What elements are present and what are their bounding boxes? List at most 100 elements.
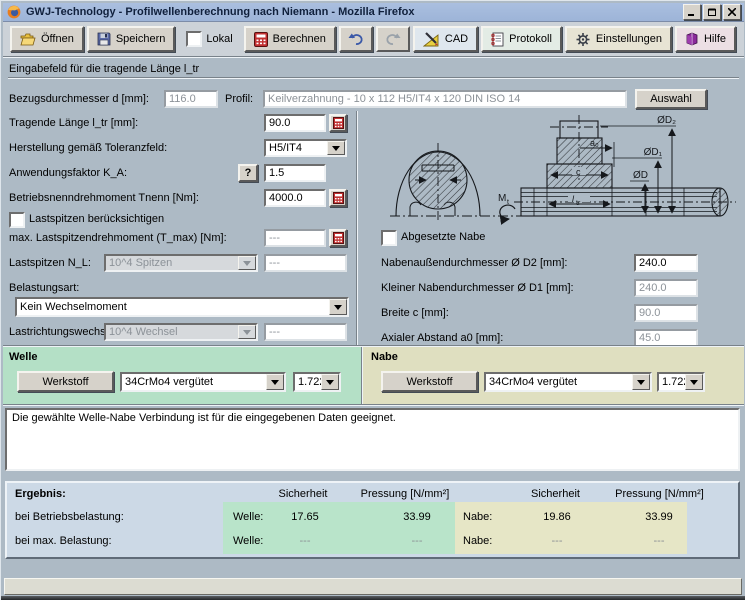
- lastspitzen-nl-select-value: 10^4 Spitzen: [106, 257, 238, 269]
- dim-ltr-sub-label: tr: [576, 200, 581, 207]
- save-label: Speichern: [116, 33, 166, 45]
- lastspitzen-checkbox[interactable]: [9, 212, 25, 228]
- result-welle-pressung: 33.99: [367, 511, 467, 523]
- toleranzfeld-dropdown-button[interactable]: [327, 141, 345, 155]
- open-label: Öffnen: [41, 33, 74, 45]
- profil-label: Profil:: [225, 93, 253, 105]
- d1-field[interactable]: [634, 279, 698, 297]
- save-button[interactable]: Speichern: [87, 26, 176, 52]
- lastspitzen-checkbox-label: Lastspitzen berücksichtigen: [29, 213, 164, 225]
- lokal-label: Lokal: [206, 33, 232, 45]
- minimize-icon: [688, 8, 696, 16]
- welle-material-select[interactable]: 34CrMo4 vergütet: [120, 372, 286, 392]
- nabe-material-select[interactable]: 34CrMo4 vergütet: [484, 372, 652, 392]
- open-button[interactable]: Öffnen: [10, 26, 84, 52]
- welle-material-number-select[interactable]: 1.7220: [293, 372, 341, 392]
- tragende-laenge-calc-button[interactable]: [329, 114, 347, 132]
- welle-material-number-dropdown-button[interactable]: [321, 374, 339, 390]
- hilfe-button[interactable]: Hilfe: [675, 26, 736, 52]
- result-row-label: bei Betriebsbelastung:: [15, 511, 124, 523]
- anwendungsfaktor-help-button[interactable]: ?: [238, 164, 258, 182]
- breite-label: Breite c [mm]:: [381, 307, 449, 319]
- lastrichtungswechsel-select[interactable]: 10^4 Wechsel: [104, 323, 258, 341]
- drehmoment-calc-button[interactable]: [329, 189, 347, 207]
- window-bottom-edge: [1, 596, 745, 600]
- dim-d-label: ØD: [633, 170, 648, 181]
- welle-material-dropdown-button[interactable]: [266, 374, 284, 390]
- cad-icon: [423, 32, 440, 47]
- einstellungen-label: Einstellungen: [596, 33, 662, 45]
- close-button[interactable]: [723, 4, 741, 20]
- protocol-document-icon: [491, 32, 504, 47]
- maximize-button[interactable]: [703, 4, 721, 20]
- lastrichtungswechsel-dropdown-button[interactable]: [238, 325, 256, 339]
- result-nabe-pressung: 33.99: [609, 511, 709, 523]
- profil-field[interactable]: [263, 90, 627, 108]
- lastrichtungswechsel-label: Lastrichtungswechsel:: [9, 326, 117, 338]
- drehmoment-field[interactable]: [264, 189, 326, 207]
- settings-gear-icon: [575, 32, 591, 47]
- dim-mt-sub-label: t: [507, 199, 509, 206]
- tmax-label: max. Lastspitzendrehmoment (T_max) [Nm]:: [9, 232, 227, 244]
- dim-mt-label: M: [498, 193, 506, 204]
- column-divider: [356, 111, 358, 345]
- redo-icon: [385, 33, 401, 46]
- tmax-field[interactable]: [264, 229, 326, 247]
- drehmoment-label: Betriebsnenndrehmoment Tnenn [Nm]:: [9, 192, 199, 204]
- chevron-down-icon: [326, 380, 334, 385]
- protokoll-label: Protokoll: [509, 33, 552, 45]
- chevron-down-icon: [243, 330, 251, 335]
- breite-field[interactable]: [634, 304, 698, 322]
- belastungsart-select[interactable]: Kein Wechselmoment: [15, 297, 349, 317]
- result-nabe-sicherheit: ---: [507, 535, 607, 547]
- chevron-down-icon: [334, 305, 342, 310]
- tragende-laenge-field[interactable]: [264, 114, 326, 132]
- result-nabe-sicherheit: 19.86: [507, 511, 607, 523]
- welle-werkstoff-button[interactable]: Werkstoff: [17, 371, 114, 392]
- status-bar: [4, 578, 742, 595]
- toleranzfeld-label: Herstellung gemäß Toleranzfeld:: [9, 142, 167, 154]
- results-header-pressung-nabe: Pressung [N/mm²]: [592, 488, 727, 500]
- protokoll-button[interactable]: Protokoll: [481, 26, 562, 52]
- dim-d1-label: ØD₁: [644, 147, 663, 158]
- mini-calculator-icon: [333, 117, 344, 129]
- d2-field[interactable]: [634, 254, 698, 272]
- toleranzfeld-select[interactable]: H5/IT4: [264, 139, 347, 157]
- nabe-material-number-select[interactable]: 1.7220: [657, 372, 705, 392]
- redo-button[interactable]: [376, 26, 410, 52]
- calculate-button[interactable]: Berechnen: [244, 26, 336, 52]
- welle-material-number-value: 1.7220: [295, 376, 321, 388]
- nabe-material-dropdown-button[interactable]: [632, 374, 650, 390]
- einstellungen-button[interactable]: Einstellungen: [565, 26, 672, 52]
- nabe-material-number-dropdown-button[interactable]: [685, 374, 703, 390]
- result-row-label: bei max. Belastung:: [15, 535, 112, 547]
- help-book-icon: [685, 32, 699, 46]
- undo-button[interactable]: [339, 26, 373, 52]
- lokal-checkbox[interactable]: [186, 31, 202, 47]
- chevron-down-icon: [637, 380, 645, 385]
- lastspitzen-nl-field[interactable]: [264, 254, 347, 272]
- results-panel: Ergebnis: Sicherheit Pressung [N/mm²] Si…: [5, 481, 740, 559]
- lastrichtungswechsel-field[interactable]: [264, 323, 347, 341]
- section-header: Eingabefeld für die tragende Länge l_tr: [9, 63, 199, 75]
- nabe-panel: Nabe Werkstoff 34CrMo4 vergütet 1.7220: [363, 347, 744, 404]
- bezugsdurchmesser-field[interactable]: [164, 90, 218, 108]
- nabe-werkstoff-button[interactable]: Werkstoff: [381, 371, 478, 392]
- abgesetzte-nabe-label: Abgesetzte Nabe: [401, 231, 485, 243]
- auswahl-button[interactable]: Auswahl: [635, 89, 707, 109]
- tmax-calc-button[interactable]: [329, 229, 347, 247]
- belastungsart-dropdown-button[interactable]: [329, 299, 347, 315]
- titlebar: GWJ-Technology - Profilwellenberechnung …: [3, 3, 744, 22]
- message-textarea[interactable]: Die gewählte Welle-Nabe Verbindung ist f…: [5, 408, 740, 471]
- cad-button[interactable]: CAD: [413, 26, 478, 52]
- anwendungsfaktor-field[interactable]: [264, 164, 326, 182]
- material-panel-bottom-divider: [3, 404, 744, 406]
- lastspitzen-nl-dropdown-button[interactable]: [238, 256, 256, 270]
- minimize-button[interactable]: [683, 4, 701, 20]
- lastspitzen-nl-select[interactable]: 10^4 Spitzen: [104, 254, 258, 272]
- welle-panel: Welle Werkstoff 34CrMo4 vergütet 1.7220: [3, 347, 361, 404]
- dim-a0-label: a₀: [590, 138, 599, 148]
- anwendungsfaktor-label: Anwendungsfaktor K_A:: [9, 167, 127, 179]
- calculate-label: Berechnen: [273, 33, 326, 45]
- abgesetzte-nabe-checkbox[interactable]: [381, 230, 397, 246]
